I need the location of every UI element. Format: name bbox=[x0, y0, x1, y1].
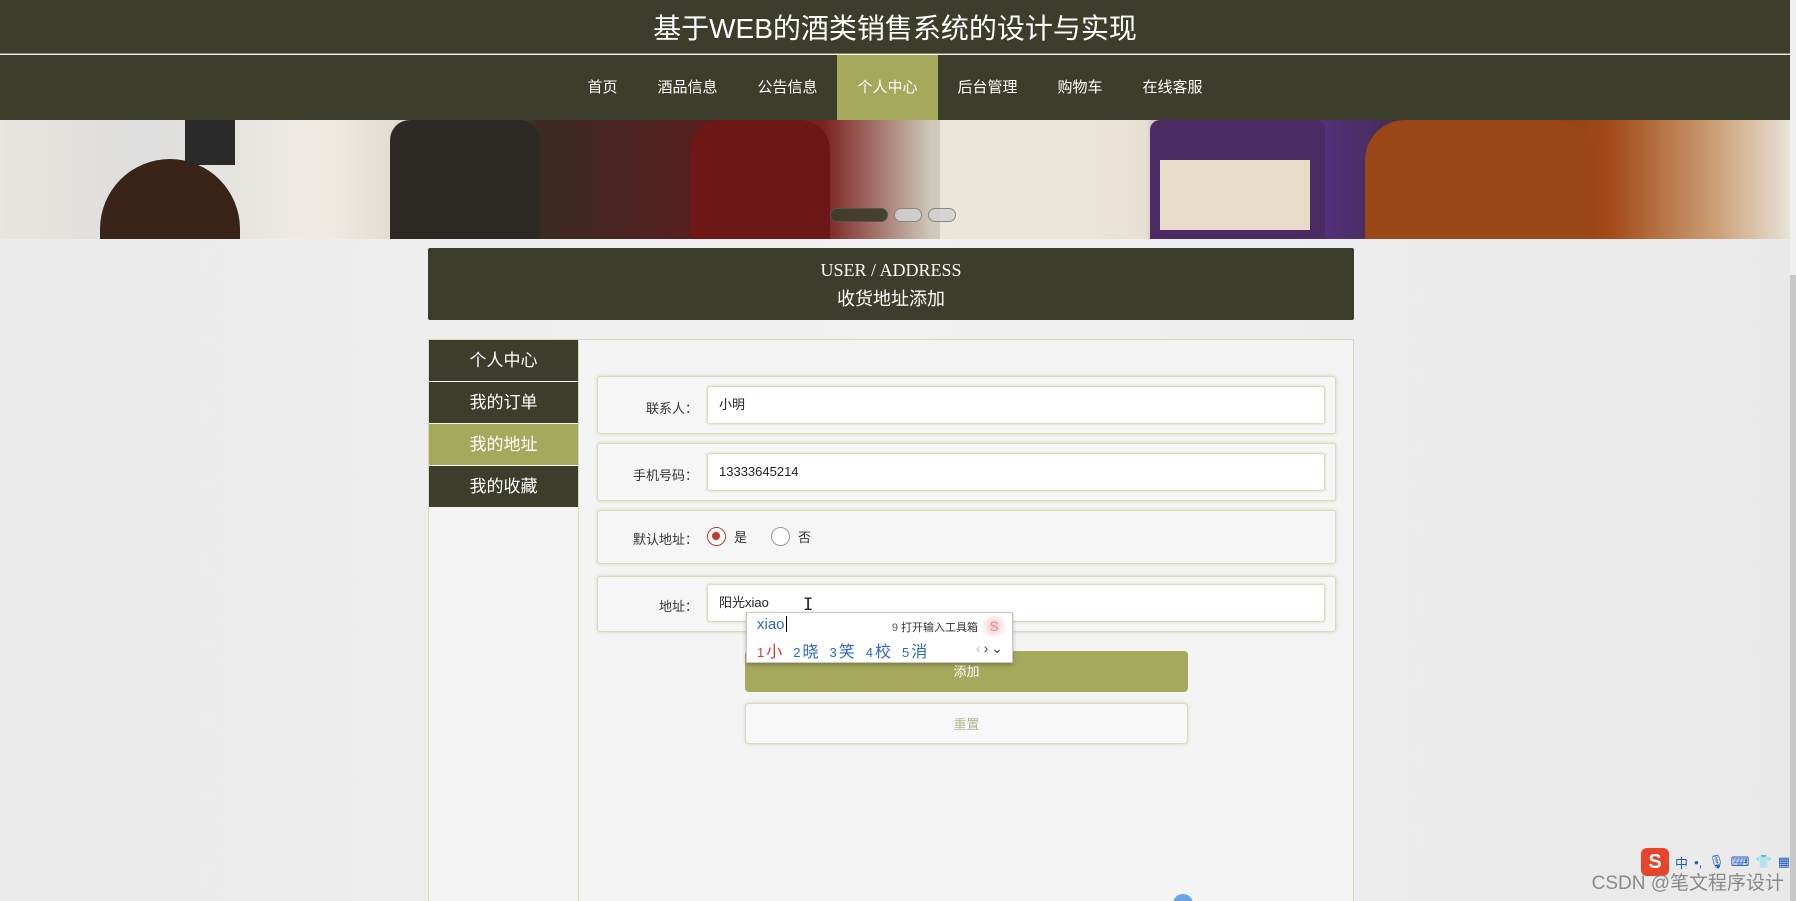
radio-no[interactable] bbox=[771, 527, 791, 546]
sidebar-menu: 个人中心 我的订单 我的地址 我的收藏 bbox=[429, 340, 579, 901]
banner-bottle-image bbox=[940, 120, 1090, 239]
ime-candidate[interactable]: 1小 bbox=[757, 638, 782, 662]
page-scrollbar[interactable] bbox=[1790, 0, 1796, 901]
carousel-indicators bbox=[830, 208, 956, 222]
sidebar-item-my-address[interactable]: 我的地址 bbox=[429, 424, 578, 465]
site-title: 基于WEB的酒类销售系统的设计与实现 bbox=[653, 12, 1137, 44]
contact-input[interactable]: 小明 bbox=[707, 386, 1325, 424]
banner-bottle-image bbox=[100, 159, 240, 239]
phone-label: 手机号码： bbox=[632, 468, 698, 483]
ime-candidate-list: 1小 2晓 3笑 4校 5消 bbox=[757, 638, 938, 662]
scrollbar-thumb[interactable] bbox=[1790, 275, 1796, 901]
nav-item-admin[interactable]: 后台管理 bbox=[938, 55, 1038, 120]
carousel-dot-2[interactable] bbox=[894, 208, 922, 222]
section-title-en: USER / ADDRESS bbox=[820, 260, 962, 280]
ime-candidate-popup: xiao 9 打开输入工具箱 S 1小 2晓 3笑 4校 5消 ‹›⌄ bbox=[746, 612, 1013, 663]
ime-toolbox-label: 打开输入工具箱 bbox=[901, 622, 978, 634]
ime-composition: xiao bbox=[757, 616, 785, 633]
ime-toolbox-num: 9 bbox=[891, 622, 898, 634]
carousel-dot-1[interactable] bbox=[830, 208, 888, 222]
banner-bottle-image bbox=[185, 120, 235, 165]
chevron-down-icon: ⌄ bbox=[991, 640, 1006, 656]
ime-candidate[interactable]: 5消 bbox=[902, 638, 927, 662]
site-header: 基于WEB的酒类销售系统的设计与实现 bbox=[0, 0, 1790, 54]
section-title-cn: 收货地址添加 bbox=[837, 289, 945, 309]
watermark-text: CSDN @笔文程序设计 bbox=[1591, 873, 1784, 894]
ime-toolbox-link[interactable]: 9 打开输入工具箱 bbox=[892, 619, 978, 635]
sidebar-item-my-favorites[interactable]: 我的收藏 bbox=[429, 466, 578, 507]
reset-button[interactable]: 重置 bbox=[745, 703, 1188, 744]
sidebar-item-personal-center[interactable]: 个人中心 bbox=[429, 340, 578, 381]
contact-label: 联系人： bbox=[645, 401, 698, 416]
radio-no-label[interactable]: 否 bbox=[798, 527, 811, 546]
radio-yes-label[interactable]: 是 bbox=[734, 527, 747, 546]
default-address-radio-group: 是 否 bbox=[707, 527, 835, 546]
sidebar-item-my-orders[interactable]: 我的订单 bbox=[429, 382, 578, 423]
carousel-dot-3[interactable] bbox=[928, 208, 956, 222]
ime-candidate[interactable]: 3笑 bbox=[830, 638, 855, 662]
phone-input[interactable]: 13333645214 bbox=[707, 453, 1325, 491]
ime-skin-logo-icon: S bbox=[980, 615, 1008, 637]
banner-bottle-image bbox=[690, 120, 830, 239]
form-row-default-address: 默认地址： 是 否 bbox=[597, 510, 1336, 564]
nav-item-home[interactable]: 首页 bbox=[567, 55, 637, 120]
page: 基于WEB的酒类销售系统的设计与实现 首页 酒品信息 公告信息 个人中心 后台管… bbox=[0, 0, 1790, 901]
main-nav: 首页 酒品信息 公告信息 个人中心 后台管理 购物车 在线客服 bbox=[0, 55, 1790, 120]
form-row-phone: 手机号码： 13333645214 bbox=[597, 443, 1336, 501]
banner-carousel bbox=[0, 120, 1790, 239]
nav-item-personal-center[interactable]: 个人中心 bbox=[837, 55, 938, 120]
banner-bottle-image bbox=[390, 120, 540, 239]
form-row-contact: 联系人： 小明 bbox=[597, 376, 1336, 434]
nav-item-cart[interactable]: 购物车 bbox=[1038, 55, 1123, 120]
ime-candidate[interactable]: 2晓 bbox=[793, 638, 818, 662]
nav-item-liquor-info[interactable]: 酒品信息 bbox=[637, 55, 737, 120]
banner-bottle-image bbox=[1365, 120, 1595, 239]
default-address-label: 默认地址： bbox=[632, 532, 698, 547]
address-label: 地址： bbox=[658, 599, 698, 614]
section-header: USER / ADDRESS 收货地址添加 bbox=[428, 248, 1354, 320]
ime-candidate[interactable]: 4校 bbox=[866, 638, 891, 662]
chevron-left-icon: ‹ bbox=[975, 640, 984, 656]
nav-item-online-service[interactable]: 在线客服 bbox=[1123, 55, 1223, 120]
banner-bottle-label bbox=[1160, 160, 1310, 230]
ime-page-arrows[interactable]: ‹›⌄ bbox=[976, 640, 1006, 657]
nav-item-announcements[interactable]: 公告信息 bbox=[737, 55, 837, 120]
radio-yes[interactable] bbox=[707, 527, 726, 546]
